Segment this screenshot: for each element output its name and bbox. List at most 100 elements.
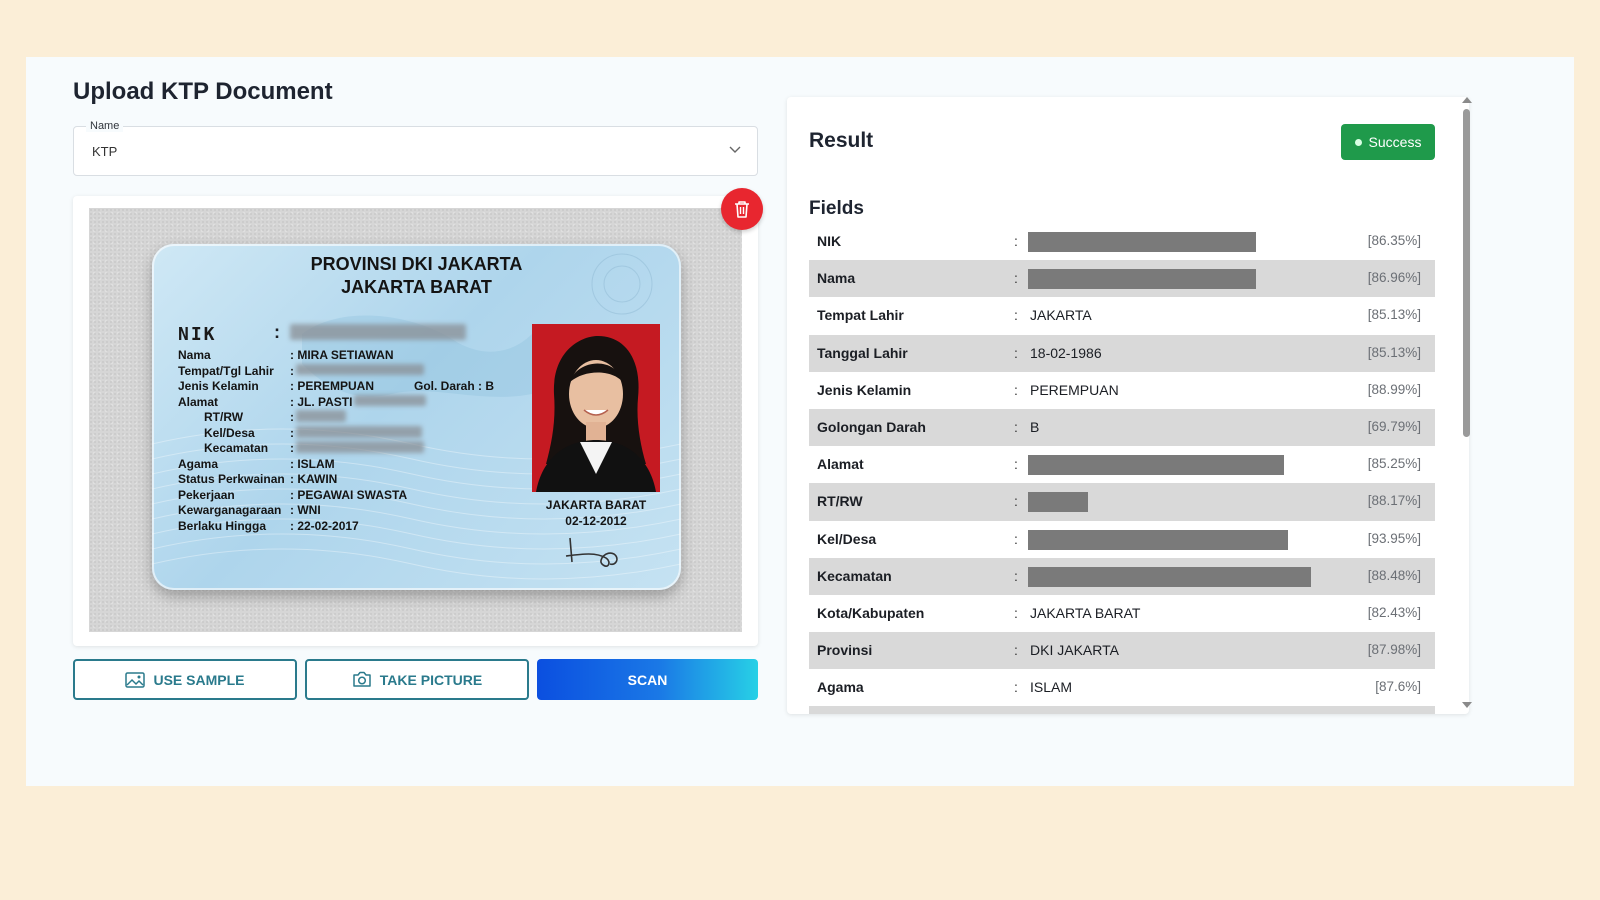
field-label: Tempat Lahir: [817, 307, 904, 324]
ktp-city: JAKARTA BARAT: [341, 277, 492, 297]
field-colon: :: [1014, 530, 1018, 547]
field-confidence: [86.35%]: [1367, 233, 1421, 248]
chevron-down-icon: [729, 146, 741, 153]
select-value: KTP: [92, 144, 118, 159]
field-row-nik: NIK : [86.35%]: [809, 223, 1435, 260]
field-confidence: [93.95%]: [1367, 530, 1421, 546]
field-colon: :: [1014, 567, 1018, 584]
field-row-tempat-lahir: Tempat Lahir : JAKARTA [85.13%]: [809, 297, 1435, 334]
ktp-birth-redacted: [296, 364, 424, 375]
result-card: Result Success Fields NIK : [86.35%] Nam…: [787, 97, 1469, 714]
field-label: Jenis Kelamin: [817, 381, 912, 398]
field-label: Kota/Kabupaten: [817, 604, 925, 621]
ktp-address-redacted: [354, 395, 426, 406]
take-picture-button[interactable]: TAKE PICTURE: [305, 659, 529, 700]
scan-label: SCAN: [627, 671, 668, 688]
field-label: NIK: [817, 233, 842, 249]
redacted-value: [1028, 529, 1288, 550]
signature: [565, 537, 618, 567]
status-badge: Success: [1341, 124, 1435, 160]
issue-date: 02-12-2012: [565, 514, 627, 528]
ktp-kecamatan-redacted: [296, 441, 424, 453]
field-confidence: [69.79%]: [1367, 418, 1421, 434]
redacted-value: [1028, 232, 1256, 252]
field-row-provinsi: Provinsi : DKI JAKARTA [87.98%]: [809, 632, 1435, 670]
ktp-nik-colon: :: [274, 322, 280, 342]
scroll-thumb[interactable]: [1463, 109, 1470, 437]
redacted-value: [1028, 492, 1088, 513]
field-label: Kecamatan: [817, 567, 892, 584]
field-value: ISLAM: [1030, 679, 1073, 696]
field-row-kota-kabupaten: Kota/Kabupaten : JAKARTA BARAT [82.43%]: [809, 595, 1435, 632]
take-picture-label: TAKE PICTURE: [379, 671, 483, 688]
field-row-tanggal-lahir: Tanggal Lahir : 18-02-1986 [85.13%]: [809, 334, 1435, 372]
status-dot-icon: [1354, 138, 1362, 146]
field-value: B: [1030, 418, 1040, 435]
field-label: Golongan Darah: [817, 418, 926, 435]
ktp-nik-redacted: [290, 324, 466, 340]
page-title: Upload KTP Document: [73, 78, 333, 105]
trash-icon: [735, 201, 749, 218]
redacted-value: [1028, 566, 1311, 587]
field-colon: :: [1014, 233, 1018, 249]
field-label: Provinsi: [817, 642, 873, 659]
field-label: RT/RW: [817, 493, 863, 510]
field-confidence: [86.96%]: [1367, 270, 1421, 286]
field-label: Kel/Desa: [817, 530, 877, 547]
field-confidence: [88.48%]: [1367, 567, 1421, 583]
field-confidence: [85.25%]: [1367, 456, 1421, 472]
field-row-golongan-darah: Golongan Darah : B [69.79%]: [809, 408, 1435, 447]
field-colon: :: [1014, 344, 1018, 361]
field-colon: :: [1014, 604, 1018, 621]
ktp-province: PROVINSI DKI JAKARTA: [310, 254, 523, 274]
field-colon: :: [1014, 679, 1018, 696]
fields-title: Fields: [809, 198, 864, 219]
issue-city: JAKARTA BARAT: [545, 498, 647, 512]
field-row-nama: Nama : [86.96%]: [809, 260, 1435, 298]
field-colon: :: [1014, 307, 1018, 324]
field-row-kel-desa: Kel/Desa : [93.95%]: [809, 521, 1435, 558]
redacted-value: [1028, 269, 1256, 290]
field-row-rt-rw: RT/RW : [88.17%]: [809, 483, 1435, 521]
field-confidence: [82.43%]: [1367, 604, 1421, 620]
field-row-partial: [809, 706, 1435, 714]
redacted-value: [1028, 455, 1284, 476]
result-title: Result: [809, 129, 874, 152]
use-sample-button[interactable]: USE SAMPLE: [73, 659, 297, 700]
field-value: 18-02-1986: [1030, 344, 1102, 361]
field-label: Alamat: [817, 456, 864, 473]
field-confidence: [88.99%]: [1367, 381, 1421, 397]
field-row-agama: Agama : ISLAM [87.6%]: [809, 669, 1435, 706]
camera-icon: [353, 671, 371, 687]
field-confidence: [85.13%]: [1367, 307, 1421, 323]
scroll-up-arrow-icon[interactable]: [1462, 97, 1472, 103]
image-icon: [125, 671, 146, 688]
field-row-jenis-kelamin: Jenis Kelamin : PEREMPUAN [88.99%]: [809, 372, 1435, 409]
field-value: JAKARTA: [1030, 307, 1092, 324]
field-colon: :: [1014, 456, 1018, 473]
fields-table: NIK : [86.35%] Nama : [86.96%] Tempat La…: [809, 223, 1435, 714]
scroll-down-arrow-icon[interactable]: [1462, 702, 1472, 708]
field-colon: :: [1014, 642, 1018, 659]
field-label: Tanggal Lahir: [817, 344, 908, 361]
field-colon: :: [1014, 493, 1018, 510]
field-value: JAKARTA BARAT: [1030, 604, 1141, 621]
document-type-select[interactable]: Name KTP: [73, 120, 758, 176]
ktp-rtrw-redacted: [296, 410, 346, 422]
field-label: Agama: [817, 679, 864, 696]
use-sample-label: USE SAMPLE: [153, 671, 245, 688]
ktp-keldesa-redacted: [296, 426, 422, 438]
field-label: Nama: [817, 270, 856, 287]
portrait-photo: [532, 324, 660, 492]
field-colon: :: [1014, 418, 1018, 435]
result-scrollbar[interactable]: [1460, 97, 1474, 714]
select-label: Name: [86, 120, 124, 132]
field-value: PEREMPUAN: [1030, 381, 1119, 398]
field-confidence: [87.98%]: [1367, 642, 1421, 658]
field-colon: :: [1014, 270, 1018, 287]
field-row-alamat: Alamat : [85.25%]: [809, 446, 1435, 483]
field-confidence: [88.17%]: [1367, 493, 1421, 509]
field-confidence: [87.6%]: [1375, 679, 1421, 695]
scan-button[interactable]: SCAN: [537, 659, 758, 700]
delete-image-button[interactable]: [721, 188, 763, 230]
